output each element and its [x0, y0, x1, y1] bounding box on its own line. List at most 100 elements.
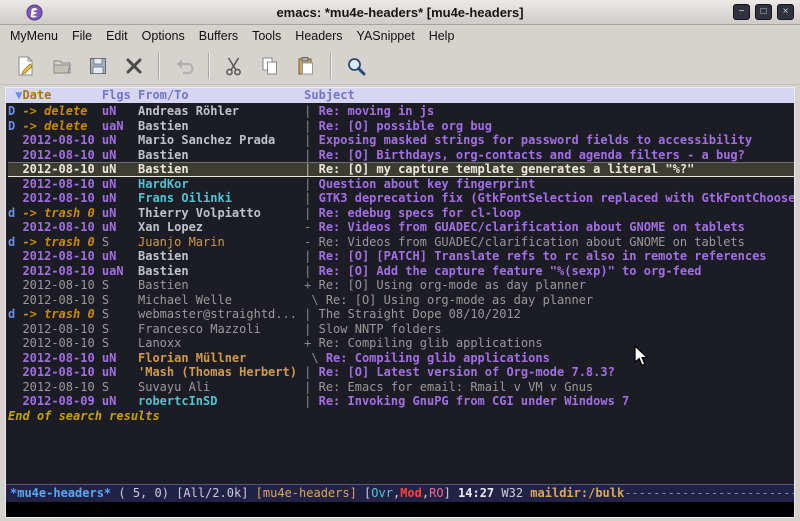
message-flags: uN [102, 206, 131, 221]
message-row[interactable]: 2012-08-09uNrobertcInSD|Re: Invoking Gnu… [8, 394, 794, 409]
mark-char: d [8, 235, 22, 250]
thread-prefix: | [304, 119, 311, 134]
message-row[interactable]: 2012-08-10uNBastien|Re: [O] Birthdays, o… [8, 148, 794, 163]
menu-options[interactable]: Options [135, 27, 192, 45]
sort-indicator-icon[interactable]: ▼ [8, 88, 22, 103]
menu-headers[interactable]: Headers [288, 27, 349, 45]
save-button[interactable] [82, 51, 114, 81]
message-row[interactable]: 2012-08-10uNBastien|Re: [O] my capture t… [8, 162, 794, 177]
mark-char [8, 162, 22, 177]
paste-button[interactable] [290, 51, 322, 81]
message-row[interactable]: 2012-08-10SLanoxx+Re: Compiling glib app… [8, 336, 794, 351]
message-from: Xan Lopez [138, 220, 297, 235]
mark-char: D [8, 104, 22, 119]
message-date: 2012-08-10 [22, 191, 94, 206]
message-row[interactable]: 2012-08-10uN'Mash (Thomas Herbert)|Re: [… [8, 365, 794, 380]
title-bar[interactable]: emacs: *mu4e-headers* [mu4e-headers] − □… [0, 0, 800, 25]
open-file-button[interactable] [46, 51, 78, 81]
search-button[interactable] [340, 51, 372, 81]
message-from: Mario Sanchez Prada [138, 133, 297, 148]
mark-char [8, 249, 22, 264]
thread-prefix: - [304, 235, 311, 250]
message-row[interactable]: d-> trash 0Swebmaster@straightd...|The S… [8, 307, 794, 322]
message-date: 2012-08-10 [22, 177, 94, 192]
thread-prefix: | [304, 206, 311, 221]
message-date: 2012-08-10 [22, 264, 94, 279]
message-row[interactable]: 2012-08-10uNFlorian Müllner \Re: Compili… [8, 351, 794, 366]
message-from: webmaster@straightd... [138, 307, 297, 322]
message-row[interactable]: 2012-08-10uNXan Lopez-Re: Videos from GU… [8, 220, 794, 235]
close-buffer-button[interactable] [118, 51, 150, 81]
message-from: Thierry Volpiatto [138, 206, 297, 221]
message-row[interactable]: D-> deleteuaNBastien|Re: [O] possible or… [8, 119, 794, 134]
message-row[interactable]: 2012-08-10SMichael Welle \Re: [O] Using … [8, 293, 794, 308]
message-flags: uaN [102, 119, 131, 134]
modeline-segment: ----------------------------------------… [624, 486, 794, 500]
message-subject: Re: Compiling glib applications [319, 336, 543, 351]
mark-char [8, 177, 22, 192]
emacs-icon [26, 4, 43, 21]
menu-tools[interactable]: Tools [245, 27, 288, 45]
message-flags: uN [102, 249, 131, 264]
message-flags: S [102, 235, 131, 250]
message-subject: Slow NNTP folders [319, 322, 442, 337]
mark-char [8, 351, 22, 366]
message-row[interactable]: D-> deleteuNAndreas Röhler|Re: moving in… [8, 104, 794, 119]
message-date: -> delete [22, 104, 94, 119]
message-from: Bastien [138, 162, 297, 177]
undo-arrow-icon [173, 55, 195, 77]
thread-prefix: | [304, 177, 311, 192]
menu-file[interactable]: File [65, 27, 99, 45]
column-header-from[interactable]: From/To [138, 88, 297, 103]
thread-prefix: | [304, 322, 311, 337]
message-row[interactable]: 2012-08-10uNFrans Oilinki|GTK3 deprecati… [8, 191, 794, 206]
message-row[interactable]: 2012-08-10uNBastien|Re: [O] [PATCH] Tran… [8, 249, 794, 264]
mode-line: *mu4e-headers* ( 5, 0) [All/2.0k] [mu4e-… [6, 484, 794, 502]
modeline-segment: Ovr [371, 486, 393, 500]
new-file-button[interactable] [10, 51, 42, 81]
column-header-date[interactable]: Date [22, 88, 94, 103]
minimize-button[interactable]: − [733, 4, 750, 20]
message-flags: S [102, 278, 131, 293]
message-row[interactable]: 2012-08-10SBastien+Re: [O] Using org-mod… [8, 278, 794, 293]
message-row[interactable]: 2012-08-10uaNBastien|Re: [O] Add the cap… [8, 264, 794, 279]
menu-help[interactable]: Help [422, 27, 462, 45]
message-row[interactable]: 2012-08-10SFrancesco Mazzoli|Slow NNTP f… [8, 322, 794, 337]
undo-button[interactable] [168, 51, 200, 81]
message-date: 2012-08-09 [22, 394, 94, 409]
column-header-flags[interactable]: Flgs [102, 88, 131, 103]
menu-edit[interactable]: Edit [99, 27, 135, 45]
message-from: HardKor [138, 177, 297, 192]
emacs-window: emacs: *mu4e-headers* [mu4e-headers] − □… [0, 0, 800, 85]
open-folder-icon [51, 55, 73, 77]
thread-prefix: | [304, 148, 311, 163]
message-row[interactable]: 2012-08-10uNMario Sanchez Prada|Exposing… [8, 133, 794, 148]
column-header-subject[interactable]: Subject [304, 88, 355, 103]
thread-prefix: + [304, 278, 311, 293]
menu-mymenu[interactable]: MyMenu [3, 27, 65, 45]
message-flags: S [102, 380, 131, 395]
message-subject: The Straight Dope 08/10/2012 [319, 307, 521, 322]
message-row[interactable]: d-> trash 0uNThierry Volpiatto|Re: edebu… [8, 206, 794, 221]
message-row[interactable]: 2012-08-10uNHardKor|Question about key f… [8, 177, 794, 192]
maximize-button[interactable]: □ [755, 4, 772, 20]
thread-prefix: | [304, 104, 311, 119]
copy-button[interactable] [254, 51, 286, 81]
message-date: -> delete [22, 119, 94, 134]
mark-char [8, 293, 22, 308]
mark-char: D [8, 119, 22, 134]
thread-prefix: | [304, 162, 311, 177]
modeline-segment: ] [444, 486, 458, 500]
close-button[interactable]: × [777, 4, 794, 20]
minibuffer[interactable] [6, 502, 794, 517]
magnifier-search-icon [345, 55, 367, 77]
mark-char [8, 264, 22, 279]
message-date: 2012-08-10 [22, 336, 94, 351]
message-row[interactable]: d-> trash 0SJuanjo Marin-Re: Videos from… [8, 235, 794, 250]
menu-yasnippet[interactable]: YASnippet [350, 27, 422, 45]
message-subject: Re: moving in js [319, 104, 435, 119]
cut-button[interactable] [218, 51, 250, 81]
message-row[interactable]: 2012-08-10SSuvayu Ali|Re: Emacs for emai… [8, 380, 794, 395]
menu-buffers[interactable]: Buffers [192, 27, 245, 45]
message-from: Lanoxx [138, 336, 297, 351]
